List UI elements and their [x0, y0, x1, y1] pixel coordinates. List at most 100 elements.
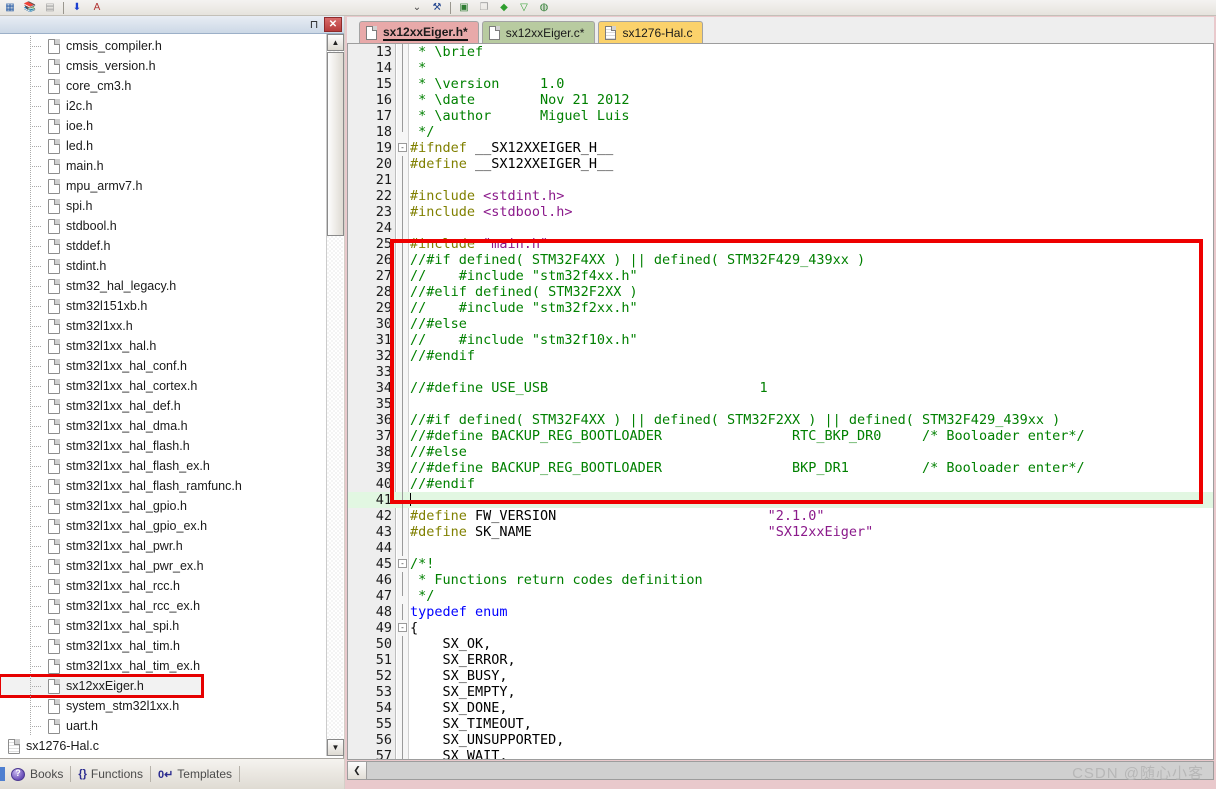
- globe-icon[interactable]: ◍: [534, 0, 554, 15]
- code-line[interactable]: 44: [348, 540, 1213, 556]
- code-line[interactable]: 31 // #include "stm32f10x.h": [348, 332, 1213, 348]
- editor-tab[interactable]: sx1276-Hal.c: [598, 21, 704, 43]
- books-stack-icon[interactable]: 📚: [20, 0, 40, 15]
- tree-vertical-scrollbar[interactable]: ▲ ▼: [326, 34, 344, 756]
- bottom-tab-functions[interactable]: {} Functions: [71, 763, 150, 785]
- code-line[interactable]: 22 #include <stdint.h>: [348, 188, 1213, 204]
- code-line[interactable]: 56 SX_UNSUPPORTED,: [348, 732, 1213, 748]
- code-line[interactable]: 37 //#define BACKUP_REG_BOOTLOADER RTC_BK…: [348, 428, 1213, 444]
- tree-item[interactable]: stm32l1xx_hal_dma.h: [0, 416, 322, 436]
- code-line[interactable]: 52 SX_BUSY,: [348, 668, 1213, 684]
- bottom-tab-books[interactable]: Books: [4, 763, 70, 785]
- code-line[interactable]: 34 //#define USE_USB 1: [348, 380, 1213, 396]
- tree-item[interactable]: stm32l1xx_hal_flash.h: [0, 436, 322, 456]
- tree-item[interactable]: stm32l1xx_hal_cortex.h: [0, 376, 322, 396]
- tree-item[interactable]: stm32l1xx_hal_def.h: [0, 396, 322, 416]
- bottom-tab-templates[interactable]: 0↵ Templates: [151, 763, 239, 785]
- code-line[interactable]: 24: [348, 220, 1213, 236]
- grid-icon[interactable]: ▦: [0, 0, 20, 15]
- tree-item[interactable]: stm32l1xx_hal.h: [0, 336, 322, 356]
- scrollbar-thumb[interactable]: [327, 52, 344, 236]
- tree-item[interactable]: stm32l1xx_hal_tim.h: [0, 636, 322, 656]
- tree-item[interactable]: stdint.h: [0, 256, 322, 276]
- code-line[interactable]: 50 SX_OK,: [348, 636, 1213, 652]
- code-line[interactable]: 46 * Functions return codes definition: [348, 572, 1213, 588]
- code-line[interactable]: 55 SX_TIMEOUT,: [348, 716, 1213, 732]
- tree-item[interactable]: stm32l151xb.h: [0, 296, 322, 316]
- code-line[interactable]: 18 */: [348, 124, 1213, 140]
- code-line[interactable]: 23 #include <stdbool.h>: [348, 204, 1213, 220]
- gem-green-icon[interactable]: ◆: [494, 0, 514, 15]
- close-icon[interactable]: ✕: [324, 17, 342, 32]
- fold-toggle-icon[interactable]: -: [398, 559, 407, 568]
- code-line[interactable]: 25 #include "main.h": [348, 236, 1213, 252]
- code-line[interactable]: 47 */: [348, 588, 1213, 604]
- tree-item[interactable]: stm32l1xx_hal_gpio.h: [0, 496, 322, 516]
- code-line[interactable]: 15 * \version 1.0: [348, 76, 1213, 92]
- code-line[interactable]: 42 #define FW_VERSION "2.1.0": [348, 508, 1213, 524]
- fold-toggle-icon[interactable]: -: [398, 143, 407, 152]
- font-a-icon[interactable]: A: [87, 0, 107, 15]
- code-line[interactable]: 21: [348, 172, 1213, 188]
- window-split-icon[interactable]: ▣: [454, 0, 474, 15]
- tree-item[interactable]: sx12xxEiger.h: [0, 674, 204, 698]
- tree-item[interactable]: uart.h: [0, 716, 322, 736]
- chevron-down-icon[interactable]: ⌄: [407, 0, 427, 15]
- tree-item[interactable]: ioe.h: [0, 116, 322, 136]
- tree-item[interactable]: stm32l1xx_hal_pwr.h: [0, 536, 322, 556]
- tree-item[interactable]: stm32l1xx_hal_flash_ex.h: [0, 456, 322, 476]
- editor-tab[interactable]: sx12xxEiger.c*: [481, 21, 596, 43]
- tree-item[interactable]: stm32_hal_legacy.h: [0, 276, 322, 296]
- code-line[interactable]: 35: [348, 396, 1213, 412]
- code-line[interactable]: 48 typedef enum: [348, 604, 1213, 620]
- tree-item[interactable]: +sx1276-Hal.c: [0, 736, 322, 756]
- code-line[interactable]: 19- #ifndef __SX12XXEIGER_H__: [348, 140, 1213, 156]
- remove-book-icon[interactable]: ▤: [40, 0, 60, 15]
- tree-item[interactable]: stm32l1xx_hal_conf.h: [0, 356, 322, 376]
- code-line[interactable]: 17 * \author Miguel Luis: [348, 108, 1213, 124]
- window-cascade-icon[interactable]: ❐: [474, 0, 494, 15]
- tree-item[interactable]: mpu_armv7.h: [0, 176, 322, 196]
- tree-item[interactable]: stm32l1xx.h: [0, 316, 322, 336]
- code-line[interactable]: 49-{: [348, 620, 1213, 636]
- code-line[interactable]: 43 #define SK_NAME "SX12xxEiger": [348, 524, 1213, 540]
- code-line[interactable]: 53 SX_EMPTY,: [348, 684, 1213, 700]
- code-line[interactable]: 36 //#if defined( STM32F4XX ) || defined(…: [348, 412, 1213, 428]
- code-line[interactable]: 54 SX_DONE,: [348, 700, 1213, 716]
- tree-item[interactable]: stm32l1xx_hal_gpio_ex.h: [0, 516, 322, 536]
- tree-item[interactable]: led.h: [0, 136, 322, 156]
- editor-tab[interactable]: sx12xxEiger.h*: [359, 21, 479, 43]
- code-line[interactable]: 39 //#define BACKUP_REG_BOOTLOADER BKP_DR…: [348, 460, 1213, 476]
- scroll-down-button[interactable]: ▼: [327, 739, 344, 756]
- code-content[interactable]: 13 * \brief 14 * 15 * \version 1.0 16 * \da…: [348, 44, 1213, 759]
- binoculars-icon[interactable]: ⚒: [427, 0, 447, 15]
- filter-icon[interactable]: ▽: [514, 0, 534, 15]
- scroll-left-button[interactable]: ❮: [348, 762, 367, 779]
- tree-item[interactable]: stm32l1xx_hal_rcc_ex.h: [0, 596, 322, 616]
- tree-item[interactable]: spi.h: [0, 196, 322, 216]
- tree-item[interactable]: stm32l1xx_hal_pwr_ex.h: [0, 556, 322, 576]
- tree-item[interactable]: stm32l1xx_hal_rcc.h: [0, 576, 322, 596]
- tree-item[interactable]: i2c.h: [0, 96, 322, 116]
- scroll-up-button[interactable]: ▲: [327, 34, 344, 51]
- code-line[interactable]: 41: [348, 492, 1213, 508]
- code-editor[interactable]: 13 * \brief 14 * 15 * \version 1.0 16 * \da…: [347, 43, 1214, 760]
- file-tree-scroll-area[interactable]: cmsis_compiler.h cmsis_version.h core_cm3.…: [0, 34, 344, 756]
- code-line[interactable]: 57 SX_WAIT,: [348, 748, 1213, 759]
- tree-item[interactable]: stddef.h: [0, 236, 322, 256]
- code-line[interactable]: 30 //#else: [348, 316, 1213, 332]
- tree-item[interactable]: system_stm32l1xx.h: [0, 696, 322, 716]
- tree-item[interactable]: core_cm3.h: [0, 76, 322, 96]
- code-line[interactable]: 16 * \date Nov 21 2012: [348, 92, 1213, 108]
- tree-item[interactable]: main.h: [0, 156, 322, 176]
- code-line[interactable]: 29 // #include "stm32f2xx.h": [348, 300, 1213, 316]
- pin-icon[interactable]: ⊓: [306, 17, 322, 32]
- code-line[interactable]: 33: [348, 364, 1213, 380]
- code-line[interactable]: 45-/*!: [348, 556, 1213, 572]
- code-line[interactable]: 38 //#else: [348, 444, 1213, 460]
- fold-toggle-icon[interactable]: -: [398, 623, 407, 632]
- code-line[interactable]: 27 // #include "stm32f4xx.h": [348, 268, 1213, 284]
- code-line[interactable]: 13 * \brief: [348, 44, 1213, 60]
- code-line[interactable]: 28 //#elif defined( STM32F2XX ): [348, 284, 1213, 300]
- code-line[interactable]: 40 //#endif: [348, 476, 1213, 492]
